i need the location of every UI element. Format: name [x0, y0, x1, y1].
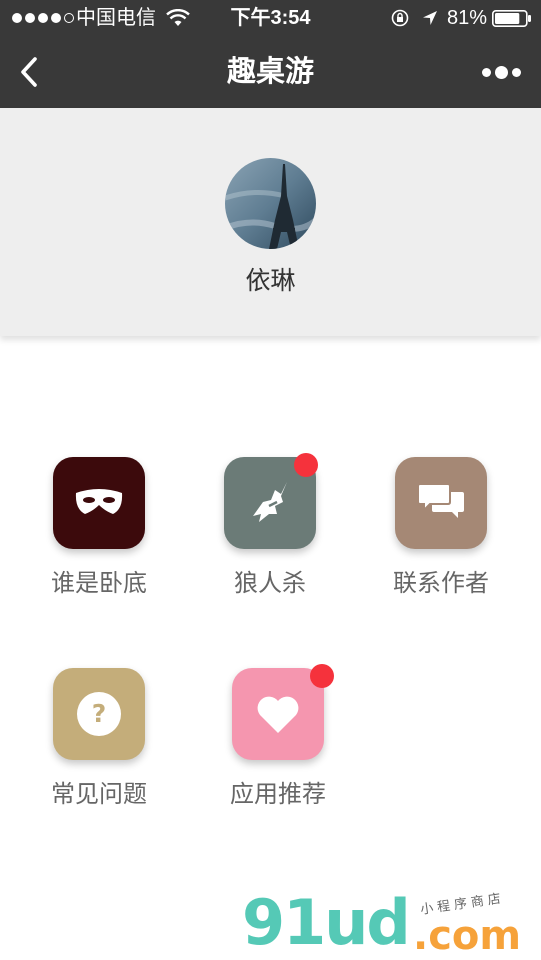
grid-item-undercover[interactable]: 谁是卧底	[9, 457, 189, 617]
location-arrow-icon	[423, 11, 437, 25]
grid-label-werewolf: 狼人杀	[234, 570, 306, 597]
rotation-lock-icon	[391, 9, 409, 27]
wolf-icon	[253, 482, 287, 522]
grid-label-app-recommend: 应用推荐	[230, 781, 326, 808]
grid-label-faq: 常见问题	[51, 781, 147, 808]
mask-icon	[75, 489, 123, 514]
contact-author-tile	[395, 457, 487, 549]
undercover-tile	[53, 457, 145, 549]
profile-header: 依琳	[0, 108, 541, 336]
navigation-bar: 趣桌游	[0, 36, 541, 108]
notification-badge	[310, 664, 334, 688]
page-title: 趣桌游	[226, 56, 314, 88]
grid-item-werewolf[interactable]: 狼人杀	[180, 453, 360, 617]
status-bar: 中国电信 下午3:54 81%	[0, 0, 541, 36]
more-options-icon[interactable]	[476, 60, 526, 84]
faq-tile: ?	[53, 668, 145, 760]
username: 依琳	[245, 267, 296, 295]
grid-label-contact-author: 联系作者	[393, 570, 489, 597]
grid-item-contact-author[interactable]: 联系作者	[351, 457, 531, 617]
svg-text:?: ?	[92, 699, 107, 728]
battery-percentage: 81%	[447, 7, 488, 29]
watermark-domain: .com	[413, 913, 522, 959]
grid-item-app-recommend[interactable]: 应用推荐	[188, 664, 368, 828]
heart-icon	[257, 696, 299, 733]
grid-label-undercover: 谁是卧底	[51, 570, 147, 597]
grid-item-faq[interactable]: ? 常见问题	[9, 668, 189, 828]
question-icon: ?	[77, 692, 121, 736]
battery-icon	[492, 10, 531, 27]
watermark-logo: 91ud	[242, 886, 411, 959]
chat-bubbles-icon	[417, 483, 464, 518]
notification-badge	[294, 453, 318, 477]
app-recommend-tile	[232, 668, 324, 760]
avatar[interactable]	[225, 158, 316, 249]
